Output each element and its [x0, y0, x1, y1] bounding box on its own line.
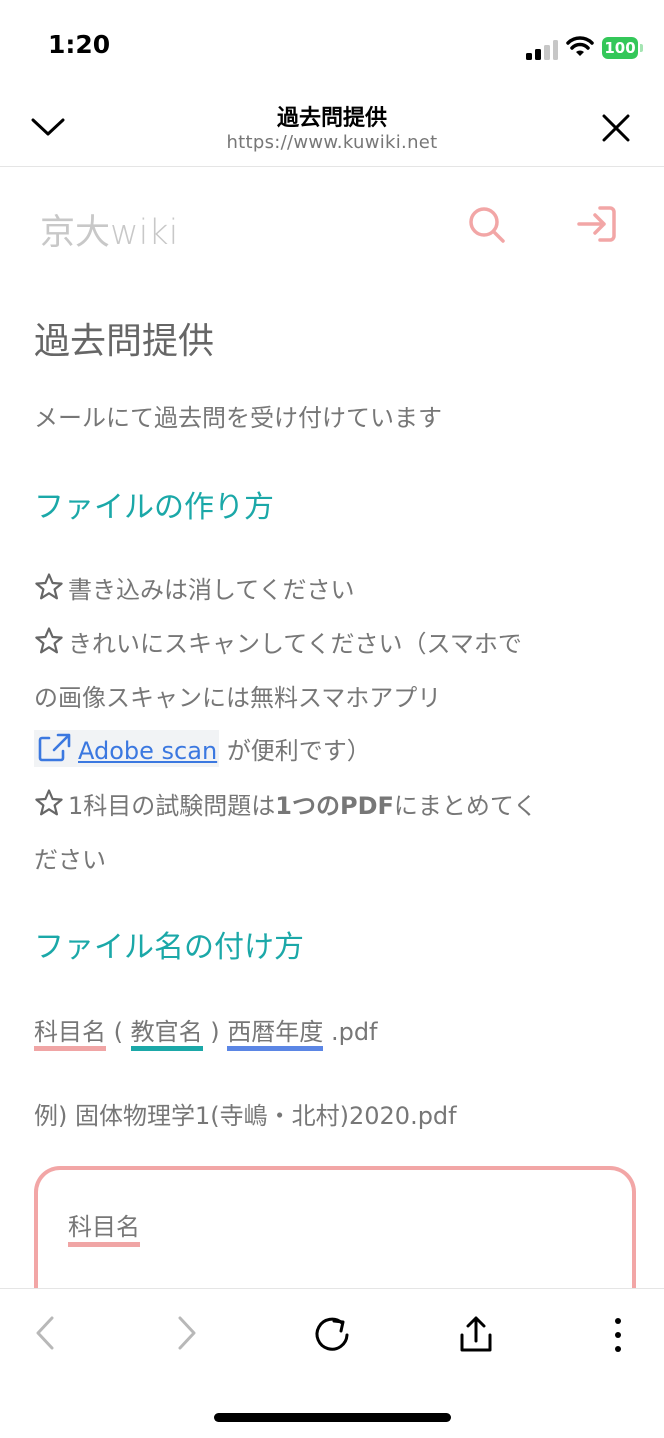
intro-text: メールにて過去問を受け付けています	[34, 404, 442, 432]
subject-card-label: 科目名	[68, 1212, 140, 1247]
list-item-continuation: の画像スキャンには無料スマホアプリ	[34, 684, 442, 712]
list-item-text: にまとめてく	[393, 792, 538, 820]
list-item-text: 1科目の試験問題は	[68, 792, 276, 820]
list-item-bold-text: 1つのPDF	[275, 792, 394, 820]
adobe-scan-link[interactable]: Adobe scan	[34, 730, 220, 767]
search-icon[interactable]	[466, 204, 508, 246]
list-item: 1科目の試験問題は1つのPDFにまとめてく	[34, 786, 537, 821]
forward-icon[interactable]	[174, 1315, 200, 1351]
back-icon[interactable]	[32, 1315, 58, 1351]
adobe-scan-link-text[interactable]: Adobe scan	[78, 737, 217, 765]
list-item-continuation: Adobe scan が便利です）	[34, 730, 371, 767]
filename-format: 科目名 ( 教官名 ) 西暦年度 .pdf	[34, 1012, 378, 1051]
status-bar: 1:20 100	[0, 0, 664, 90]
list-item: 書き込みは消してください	[34, 570, 355, 605]
close-icon[interactable]	[600, 112, 632, 144]
battery-indicator: 100	[602, 37, 638, 59]
filename-example: 例) 固体物理学1(寺嶋・北村)2020.pdf	[34, 1102, 457, 1130]
browser-url: https://www.kuwiki.net	[226, 132, 438, 153]
part-subject: 科目名	[34, 1018, 106, 1051]
status-time: 1:20	[48, 30, 111, 59]
browser-page-title: 過去問提供	[276, 106, 387, 131]
part-extension: .pdf	[330, 1018, 378, 1046]
part-teacher: 教官名	[130, 1018, 203, 1051]
star-icon	[35, 789, 63, 816]
list-item-text: きれいにスキャンしてください（スマホで	[68, 630, 522, 658]
wifi-icon	[566, 36, 594, 56]
list-item-continuation: ださい	[34, 846, 106, 874]
more-options-icon[interactable]	[610, 1315, 626, 1355]
share-icon[interactable]	[458, 1315, 494, 1355]
section-heading-file-creation: ファイルの作り方	[34, 490, 274, 525]
cellular-signal-icon	[526, 38, 558, 60]
part-year: 西暦年度	[227, 1018, 324, 1051]
list-item-text: 書き込みは消してください	[68, 576, 355, 604]
site-nav: 京大wiki	[0, 166, 664, 286]
list-item-text: が便利です）	[226, 737, 371, 765]
battery-cap	[640, 44, 643, 52]
star-icon	[35, 573, 63, 600]
list-item: きれいにスキャンしてください（スマホで	[34, 624, 522, 659]
login-icon[interactable]	[576, 204, 618, 244]
open-paren: (	[113, 1018, 124, 1046]
section-heading-file-naming: ファイル名の付け方	[34, 930, 304, 965]
home-indicator	[214, 1413, 451, 1422]
page-title: 過去問提供	[34, 321, 215, 362]
external-link-icon	[38, 733, 71, 762]
close-paren: )	[210, 1018, 220, 1046]
reload-icon[interactable]	[312, 1315, 352, 1355]
star-icon	[35, 627, 63, 654]
site-logo[interactable]: 京大wiki	[40, 204, 178, 255]
browser-header: 過去問提供 https://www.kuwiki.net	[0, 90, 664, 167]
